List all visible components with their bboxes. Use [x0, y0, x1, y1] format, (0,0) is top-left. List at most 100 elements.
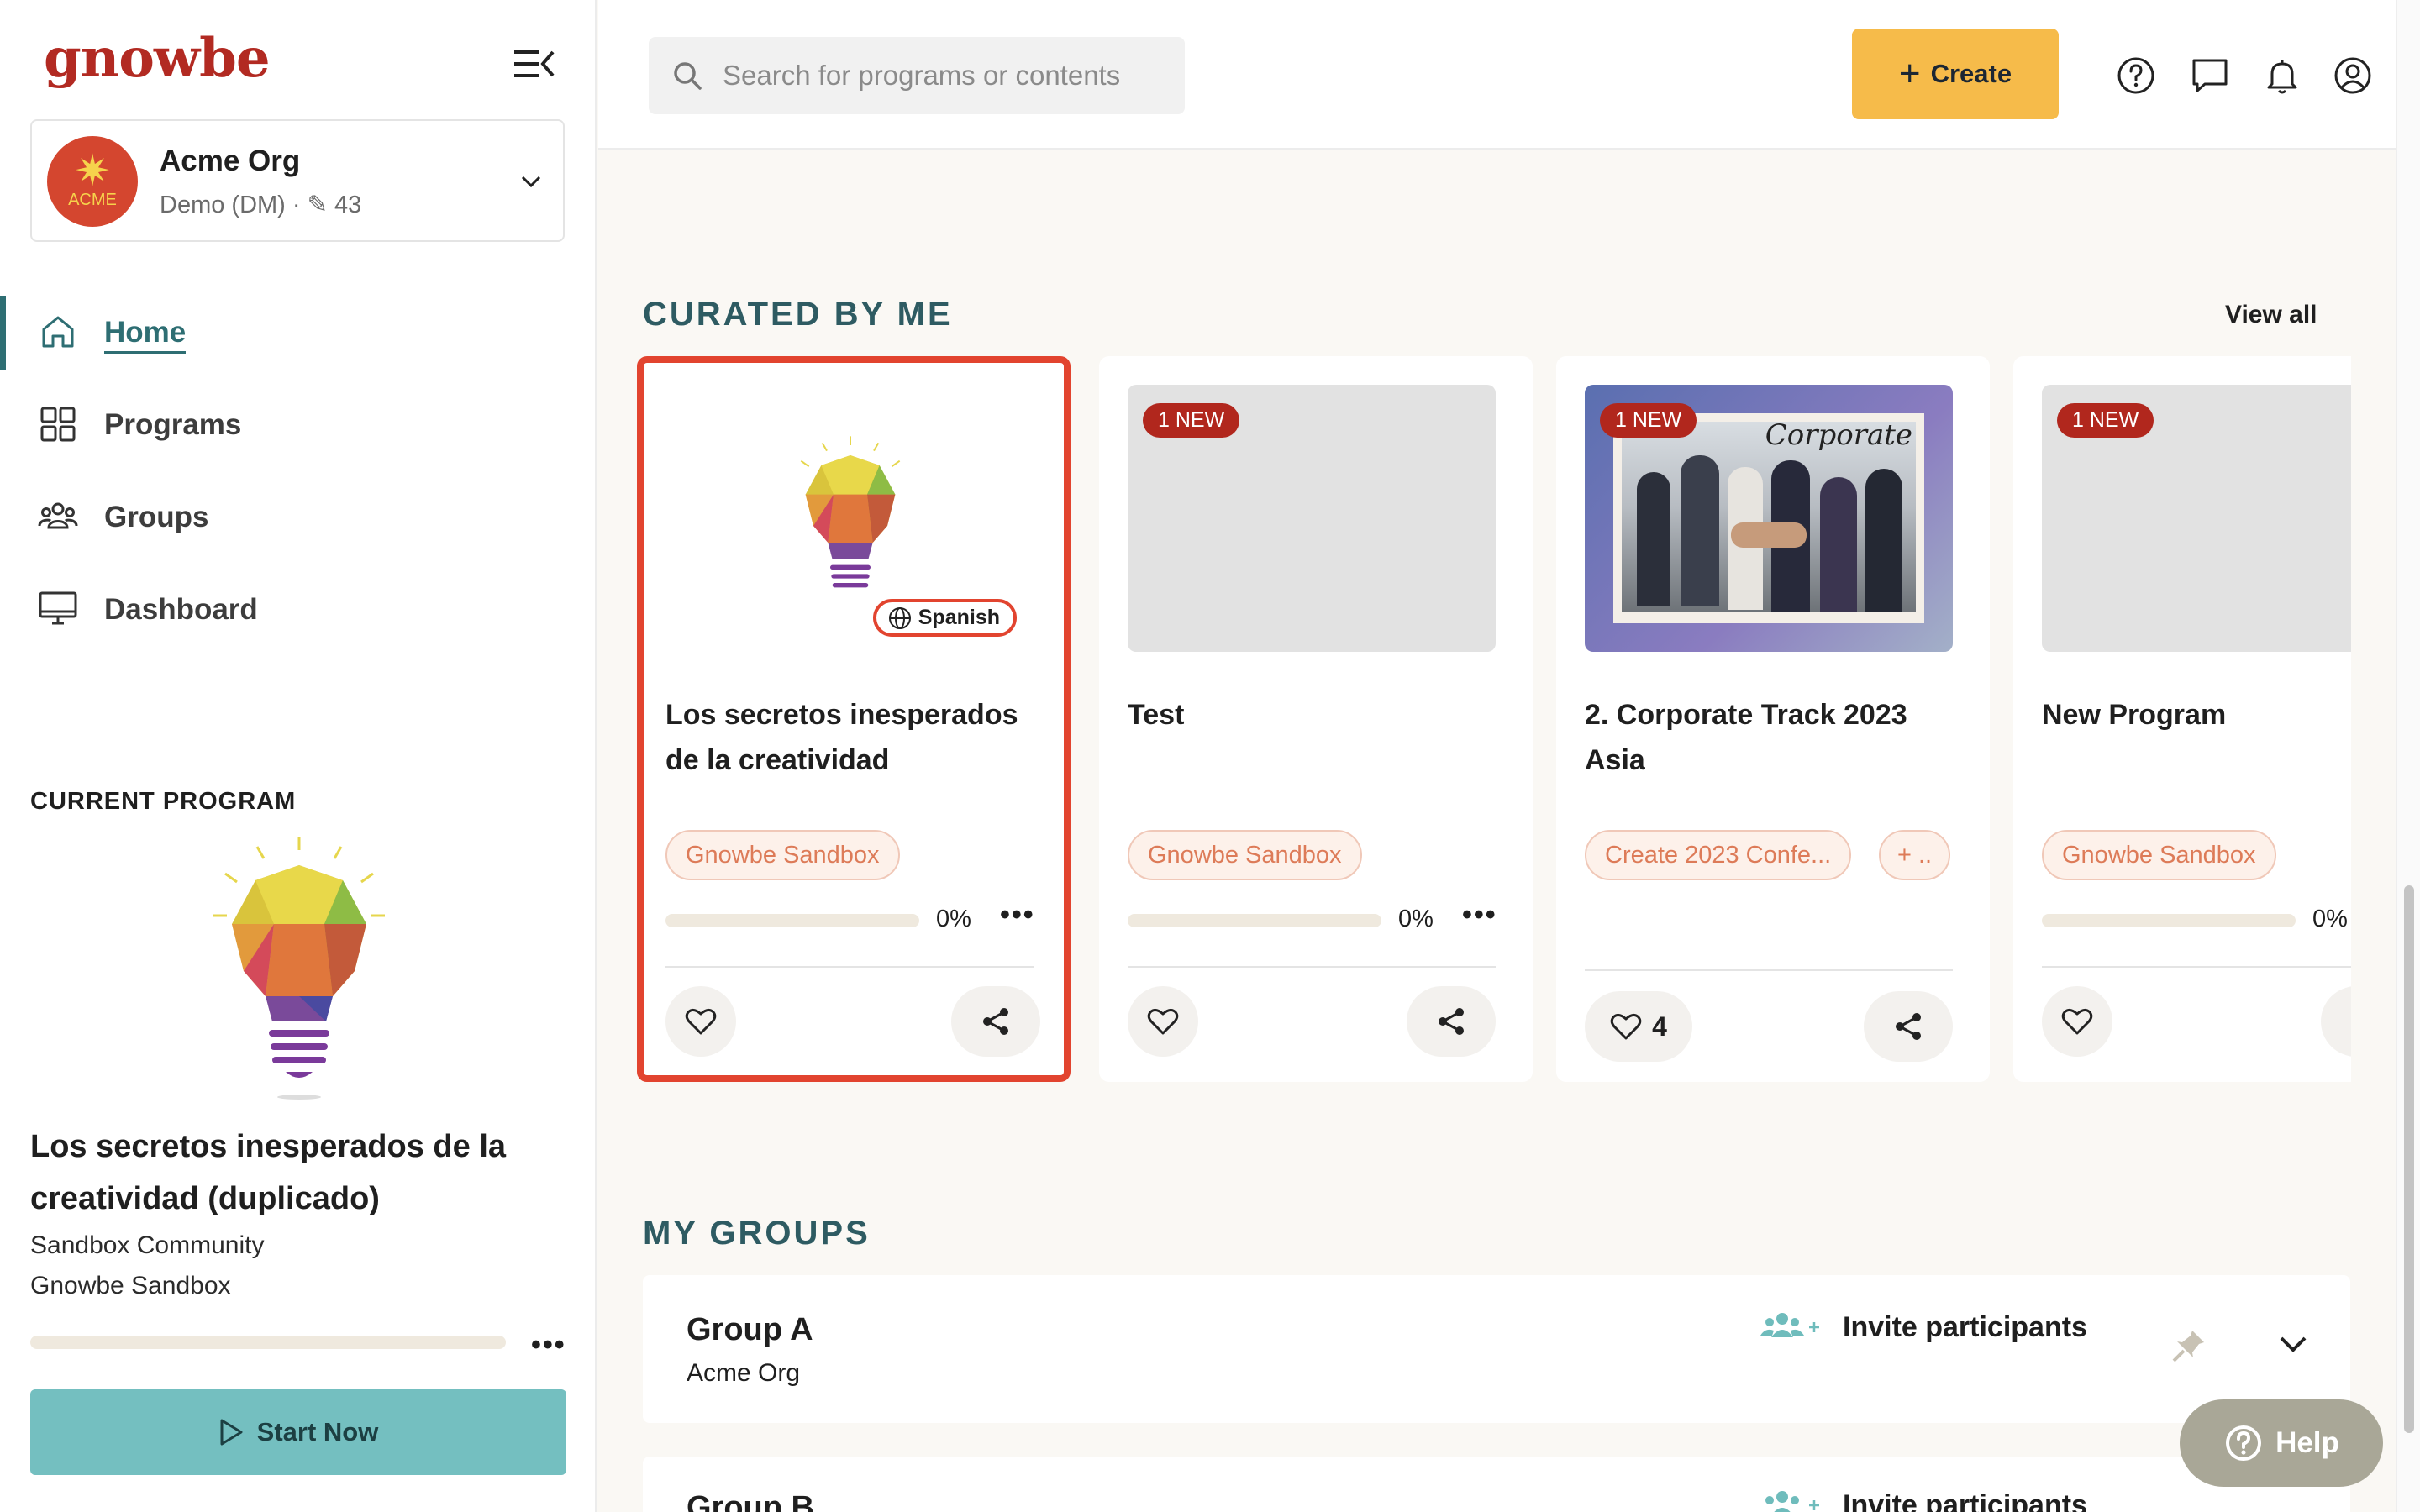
- program-card[interactable]: 1 NEW New Program Gnowbe Sandbox 0%: [2013, 356, 2351, 1082]
- org-avatar: ✷ ACME: [47, 136, 138, 227]
- invite-participants-button[interactable]: Invite participants: [1760, 1488, 2087, 1512]
- share-icon: [1439, 1008, 1464, 1035]
- program-card[interactable]: Spanish Los secretos inesperados de la c…: [637, 356, 1071, 1082]
- current-program-community: Sandbox Community: [30, 1231, 265, 1259]
- add-users-icon: [1760, 1313, 1819, 1337]
- program-tag: Create 2023 Confe...: [1585, 830, 1852, 880]
- image-caption: Corporate: [1765, 418, 1912, 452]
- help-circle-icon: [2226, 1425, 2262, 1461]
- program-thumbnail: 1 NEW: [1128, 385, 1496, 652]
- card-divider: [2042, 966, 2351, 968]
- heart-icon: [1610, 1013, 1642, 1040]
- like-button[interactable]: [666, 986, 736, 1057]
- chat-icon[interactable]: [2190, 55, 2230, 96]
- chevron-down-icon[interactable]: [2276, 1327, 2310, 1361]
- home-icon: [42, 316, 74, 348]
- share-button[interactable]: [951, 986, 1040, 1057]
- like-button[interactable]: [1128, 986, 1198, 1057]
- play-icon: [220, 1419, 243, 1446]
- program-tag: Gnowbe Sandbox: [666, 830, 900, 880]
- nav-groups-label: Groups: [104, 501, 209, 533]
- group-row[interactable]: Group A Acme Org Invite participants: [643, 1275, 2350, 1423]
- invite-label: Invite participants: [1843, 1310, 2087, 1343]
- plus-icon: +: [1898, 53, 1921, 94]
- share-button[interactable]: [1864, 991, 1953, 1062]
- share-icon: [983, 1008, 1008, 1035]
- invite-label: Invite participants: [1843, 1488, 2087, 1512]
- card-divider: [1128, 966, 1496, 968]
- lightbulb-image[interactable]: [198, 832, 400, 1100]
- like-button[interactable]: 4: [1585, 991, 1692, 1062]
- nav-dashboard[interactable]: Dashboard: [0, 570, 593, 650]
- org-subtitle: Demo (DM) · ✎ 43: [160, 192, 362, 218]
- like-count: 4: [1652, 1011, 1667, 1042]
- nav-programs[interactable]: Programs: [0, 385, 593, 465]
- share-button[interactable]: [2321, 986, 2351, 1057]
- program-progress: [2042, 914, 2296, 927]
- more-options-icon[interactable]: •••: [531, 1329, 566, 1362]
- user-profile-icon[interactable]: [2333, 55, 2373, 96]
- nav-home[interactable]: Home: [0, 292, 593, 373]
- photo-frame: Corporate: [1613, 413, 1924, 623]
- program-title: 2. Corporate Track 2023 Asia: [1585, 699, 1907, 776]
- like-button[interactable]: [2042, 986, 2112, 1057]
- language-badge: Spanish: [872, 599, 1017, 637]
- scrollbar[interactable]: [2396, 0, 2420, 1512]
- progress-percent: 0%: [936, 906, 971, 932]
- help-circle-icon[interactable]: [2116, 55, 2156, 96]
- more-tags-chip[interactable]: + ..: [1879, 830, 1951, 880]
- share-icon: [1896, 1013, 1921, 1040]
- more-options-icon[interactable]: •••: [1000, 899, 1035, 932]
- card-divider: [1585, 969, 1953, 971]
- program-progress: [666, 914, 919, 927]
- program-card[interactable]: 1 NEW Test Gnowbe Sandbox 0% •••: [1099, 356, 1533, 1082]
- curated-heading: CURATED BY ME: [643, 296, 953, 333]
- topbar: + Create: [598, 0, 2396, 150]
- nav-dashboard-label: Dashboard: [104, 593, 258, 626]
- nav-home-label: Home: [104, 316, 187, 354]
- nav-programs-label: Programs: [104, 408, 242, 441]
- add-users-icon: [1765, 1491, 1819, 1512]
- share-button[interactable]: [1407, 986, 1496, 1057]
- program-title: Test: [1128, 699, 1185, 731]
- view-all-link[interactable]: View all: [2225, 301, 2317, 329]
- current-program-progress: [30, 1336, 506, 1349]
- heart-icon: [1147, 1008, 1179, 1035]
- more-options-icon[interactable]: •••: [1462, 899, 1497, 932]
- program-card[interactable]: Corporate 1 NEW 2. Corporate Track 2023 …: [1556, 356, 1990, 1082]
- new-badge: 1 NEW: [2057, 403, 2154, 438]
- group-name: Group A: [687, 1312, 813, 1347]
- pin-icon[interactable]: [2170, 1327, 2207, 1364]
- invite-participants-button[interactable]: Invite participants: [1760, 1310, 2087, 1344]
- gnowbe-logo[interactable]: gnowbe: [44, 27, 271, 90]
- program-thumbnail: Corporate 1 NEW: [1585, 385, 1953, 652]
- collapse-menu-icon[interactable]: [513, 45, 556, 82]
- groups-heading: MY GROUPS: [643, 1215, 871, 1252]
- heart-icon: [685, 1008, 717, 1035]
- group-row[interactable]: Group B Invite participants: [643, 1457, 2350, 1512]
- current-program-title[interactable]: Los secretos inesperados de la creativid…: [30, 1121, 568, 1225]
- search-icon: [674, 62, 702, 90]
- program-thumbnail: 1 NEW: [2042, 385, 2351, 652]
- start-now-label: Start Now: [256, 1417, 379, 1446]
- program-tag: Gnowbe Sandbox: [2042, 830, 2276, 880]
- org-switcher[interactable]: ✷ ACME Acme Org Demo (DM) · ✎ 43: [30, 119, 565, 242]
- program-title: Los secretos inesperados de la creativid…: [666, 699, 1018, 776]
- search-input[interactable]: [723, 37, 1168, 114]
- create-label: Create: [1930, 59, 2012, 88]
- help-button[interactable]: Help: [2180, 1399, 2383, 1487]
- start-now-button[interactable]: Start Now: [30, 1389, 566, 1475]
- scroll-thumb[interactable]: [2404, 885, 2414, 1433]
- chevron-down-icon: [521, 176, 541, 188]
- new-badge: 1 NEW: [1600, 403, 1697, 438]
- bell-icon[interactable]: [2262, 55, 2302, 96]
- grid-icon: [40, 407, 76, 442]
- sidebar: gnowbe ✷ ACME Acme Org Demo (DM) · ✎ 43 …: [0, 0, 597, 1512]
- card-divider: [666, 966, 1034, 968]
- group-name: Group B: [687, 1490, 814, 1512]
- create-button[interactable]: + Create: [1852, 29, 2059, 119]
- current-program-org: Gnowbe Sandbox: [30, 1272, 231, 1299]
- heart-icon: [2061, 1008, 2093, 1035]
- nav-groups[interactable]: Groups: [0, 477, 593, 558]
- search-bar[interactable]: [649, 37, 1185, 114]
